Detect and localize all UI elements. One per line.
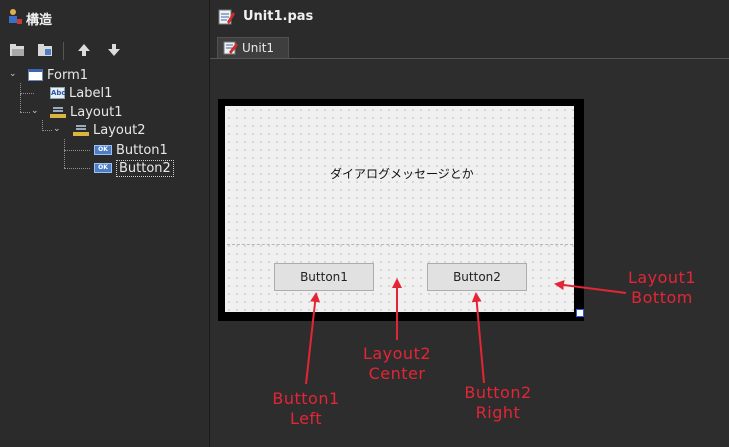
arrow-button1 — [305, 292, 321, 385]
annotation-line: Button2 — [464, 383, 532, 402]
annotation-line: Button1 — [272, 389, 340, 408]
annotation-button2: Button2 Right — [454, 383, 542, 423]
annotation-layout2: Layout2 Center — [354, 344, 440, 384]
annotation-line: Left — [289, 409, 323, 428]
annotation-line: Bottom — [631, 288, 693, 307]
annotation-line: Layout1 — [627, 268, 697, 287]
annotation-line: Layout2 — [362, 344, 432, 363]
arrow-button2 — [471, 292, 485, 384]
annotation-button1: Button1 Left — [262, 389, 350, 429]
annotation-layout1: Layout1 Bottom — [624, 268, 700, 308]
annotation-line: Right — [475, 403, 521, 422]
annotation-line: Center — [368, 364, 426, 383]
arrow-layout1 — [554, 280, 627, 294]
